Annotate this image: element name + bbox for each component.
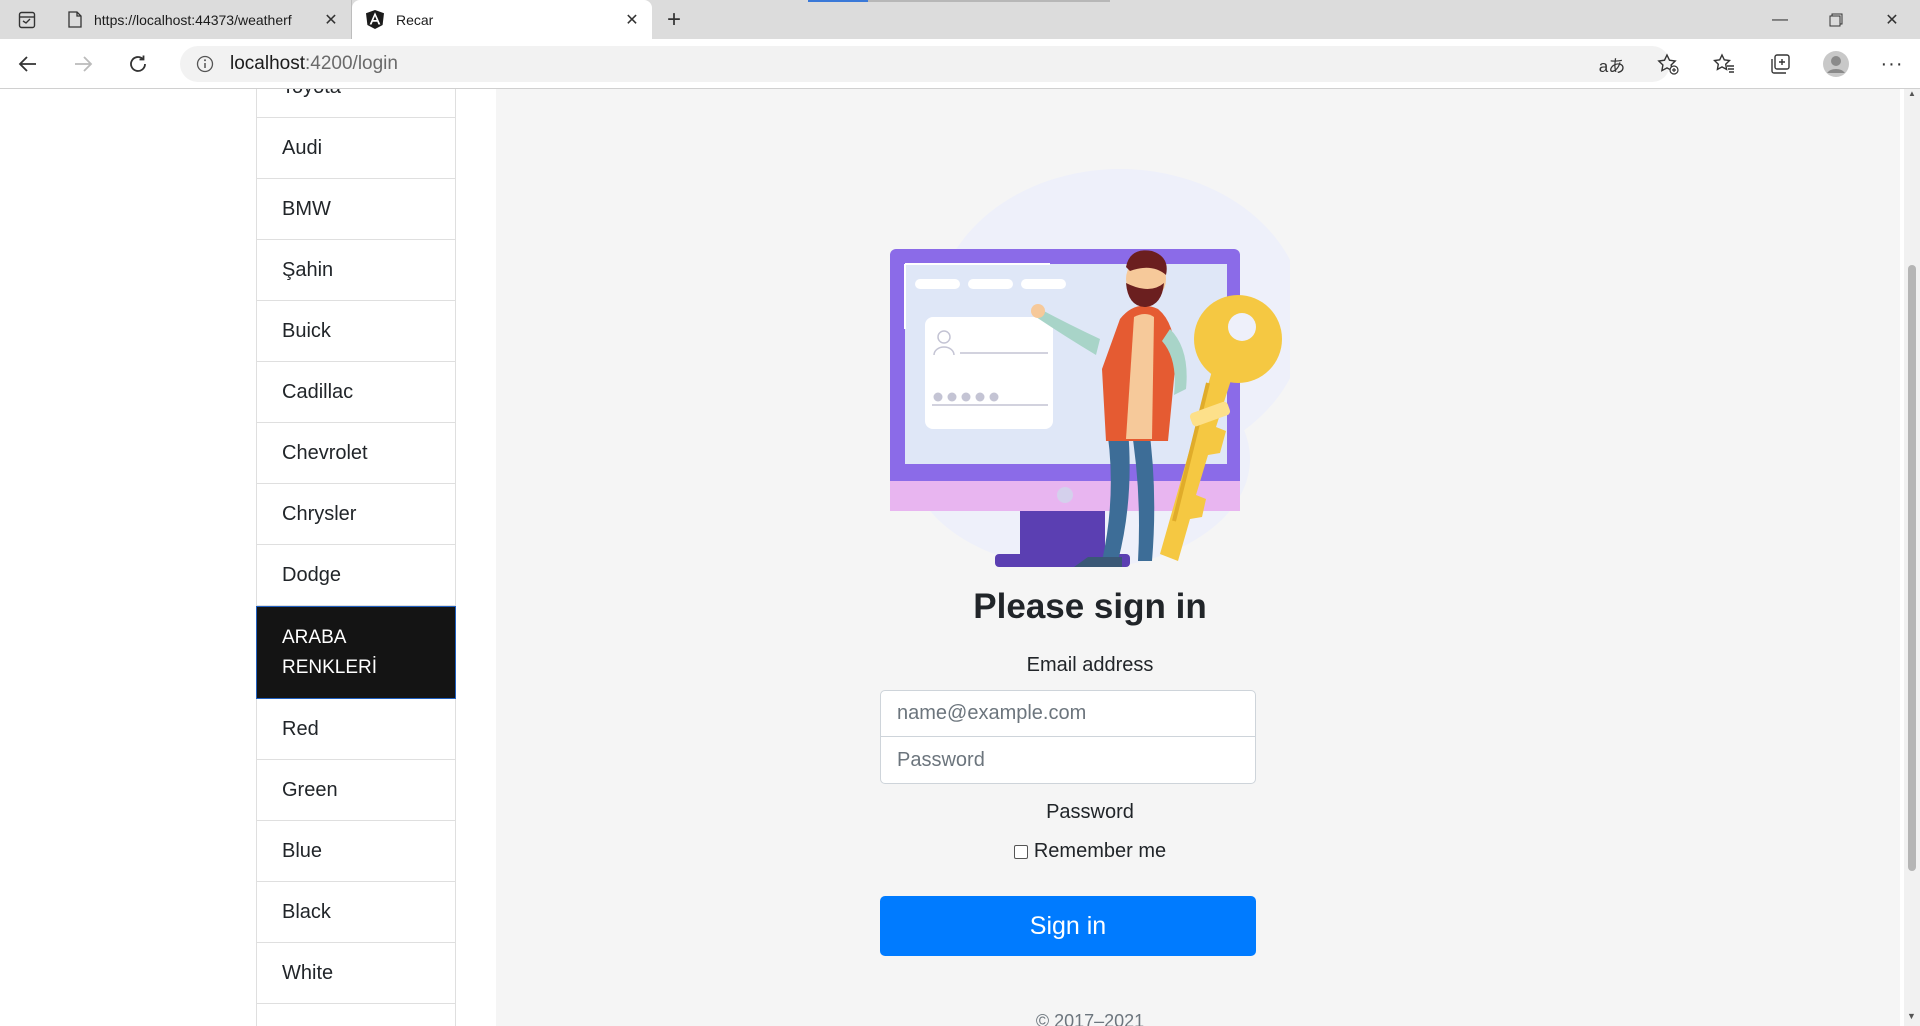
copyright-footer: © 2017–2021	[1035, 1011, 1145, 1026]
page-scrollbar[interactable]: ▲ ▼	[1904, 89, 1920, 1026]
list-item-label: Green	[282, 778, 338, 801]
brand-color-list: Toyota Audi BMW Şahin Buick Cadillac Che…	[256, 89, 456, 1026]
tab-actions-icon[interactable]	[0, 0, 54, 39]
close-window-icon[interactable]: ✕	[1864, 0, 1920, 39]
list-item[interactable]: Chrysler	[256, 484, 456, 545]
list-item-label: Chevrolet	[282, 441, 368, 464]
url-host: localhost	[230, 53, 305, 74]
login-panel: Please sign in Email address name@exampl…	[496, 89, 1900, 1026]
collections-icon[interactable]	[1752, 39, 1808, 89]
url-text: localhost:4200/login	[230, 53, 398, 75]
tab-title: Recar	[396, 11, 434, 28]
page-title: Please sign in	[973, 587, 1207, 626]
close-icon[interactable]: ✕	[321, 10, 341, 30]
list-item-label: White	[282, 961, 334, 984]
list-header-label: ARABA RENKLERİ	[282, 626, 378, 678]
list-item[interactable]: Blue	[256, 821, 456, 882]
angular-icon	[366, 10, 384, 29]
list-item-label: Cadillac	[282, 380, 354, 403]
document-icon	[68, 11, 82, 28]
list-item[interactable]: Audi	[256, 118, 456, 179]
list-item[interactable]: Black	[256, 882, 456, 943]
tab-title: https://localhost:44373/weatherf	[94, 11, 292, 28]
password-label: Password	[1046, 801, 1134, 823]
translate-icon[interactable]: aあ	[1584, 39, 1640, 89]
password-placeholder: Password	[897, 748, 985, 771]
loading-indicator	[808, 0, 868, 2]
forward-icon[interactable]	[55, 39, 110, 89]
list-item[interactable]: Buick	[256, 301, 456, 362]
page-viewport: Toyota Audi BMW Şahin Buick Cadillac Che…	[0, 89, 1904, 1026]
list-item-label: Chrysler	[282, 502, 357, 525]
tab-weatherforecast[interactable]: https://localhost:44373/weatherf ✕	[54, 0, 352, 39]
address-bar[interactable]: localhost:4200/login	[180, 46, 1670, 82]
back-icon[interactable]	[0, 39, 55, 89]
email-field[interactable]: name@example.com	[880, 690, 1256, 737]
scroll-down-icon[interactable]: ▼	[1907, 1011, 1916, 1021]
list-item-label: Black	[282, 900, 331, 923]
browser-tab-bar: https://localhost:44373/weatherf ✕ Recar…	[0, 0, 1920, 39]
add-favorite-icon[interactable]	[1640, 39, 1696, 89]
tab-recar[interactable]: Recar ✕	[352, 0, 652, 39]
list-section-header: ARABA RENKLERİ	[256, 606, 456, 699]
list-item[interactable]	[256, 1004, 456, 1026]
list-item-label: Red	[282, 717, 319, 740]
browser-toolbar: localhost:4200/login aあ ···	[0, 39, 1920, 89]
list-item[interactable]: Dodge	[256, 545, 456, 606]
list-item[interactable]: Toyota	[256, 89, 456, 118]
list-item-label: Buick	[282, 319, 331, 342]
scroll-thumb[interactable]	[1908, 265, 1916, 871]
login-illustration	[890, 169, 1290, 567]
list-item-label: Audi	[282, 136, 323, 159]
toolbar-right: aあ ···	[1584, 39, 1920, 89]
url-path: :4200/login	[305, 53, 398, 74]
minimize-icon[interactable]: —	[1752, 0, 1808, 39]
remember-me-row: Remember me	[890, 840, 1290, 863]
new-tab-icon[interactable]: +	[652, 0, 696, 39]
list-item-label: Şahin	[282, 258, 334, 281]
list-item[interactable]: BMW	[256, 179, 456, 240]
favorites-icon[interactable]	[1696, 39, 1752, 89]
list-item-label: Dodge	[282, 563, 341, 586]
info-icon[interactable]	[196, 55, 214, 73]
list-item[interactable]: White	[256, 943, 456, 1004]
list-item[interactable]: Cadillac	[256, 362, 456, 423]
email-label: Email address	[1026, 654, 1154, 676]
window-controls: — ✕	[1752, 0, 1920, 39]
list-item[interactable]: Chevrolet	[256, 423, 456, 484]
sign-in-button[interactable]: Sign in	[880, 896, 1256, 956]
profile-avatar-icon[interactable]	[1808, 39, 1864, 89]
loading-indicator-track	[868, 0, 1110, 2]
close-icon[interactable]: ✕	[622, 10, 642, 30]
scroll-up-icon[interactable]: ▲	[1908, 89, 1916, 99]
password-field[interactable]: Password	[880, 736, 1256, 784]
more-icon[interactable]: ···	[1864, 39, 1920, 89]
list-item[interactable]: Green	[256, 760, 456, 821]
refresh-icon[interactable]	[110, 39, 165, 89]
email-placeholder: name@example.com	[897, 702, 1087, 724]
restore-icon[interactable]	[1808, 0, 1864, 39]
list-item-label: Toyota	[282, 89, 341, 99]
remember-me-label[interactable]: Remember me	[1034, 840, 1166, 863]
list-item[interactable]: Red	[256, 699, 456, 760]
list-item-label: BMW	[282, 197, 331, 220]
list-item-label: Blue	[282, 839, 323, 862]
remember-me-checkbox[interactable]	[1013, 844, 1028, 859]
list-item[interactable]: Şahin	[256, 240, 456, 301]
